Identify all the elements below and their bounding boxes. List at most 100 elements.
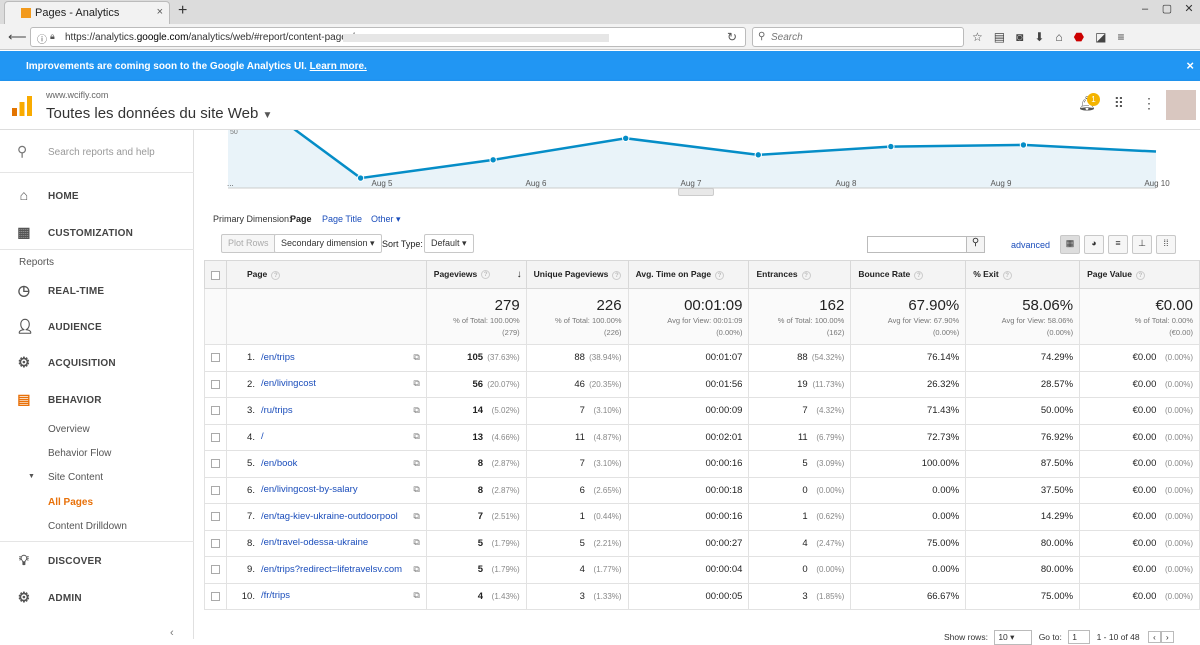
col-page-value[interactable]: Page Value? bbox=[1079, 260, 1200, 289]
chart-point[interactable] bbox=[754, 151, 762, 159]
collapse-chevron-icon[interactable]: ‹ bbox=[170, 627, 174, 639]
open-page-icon[interactable]: ⧉ bbox=[413, 405, 419, 416]
tab-close-icon[interactable]: × bbox=[157, 6, 163, 18]
page-link[interactable]: /en/trips bbox=[261, 352, 295, 364]
row-checkbox-cell[interactable] bbox=[204, 503, 227, 531]
more-vert-icon[interactable]: ⋮ bbox=[1142, 95, 1156, 112]
sidebar-subitem-behavior-flow[interactable]: Behavior Flow bbox=[48, 448, 111, 459]
secondary-dimension-dropdown[interactable]: Secondary dimension ▾ bbox=[274, 234, 382, 253]
learn-more-link[interactable]: Learn more. bbox=[310, 61, 367, 72]
table-filter-input[interactable]: ⚲ bbox=[867, 236, 985, 253]
sidebar-item-audience[interactable]: 👤︎ AUDIENCE bbox=[0, 308, 194, 344]
chart-point[interactable] bbox=[489, 156, 497, 164]
table-row[interactable]: 5./en/book ⧉ 8 (2.87%) 7 (3.10%) 00:00:16 5 (… bbox=[204, 450, 1200, 478]
pie-view-icon[interactable]: ◕ bbox=[1084, 235, 1104, 254]
table-row[interactable]: 3./ru/trips ⧉ 14 (5.02%) 7 (3.10%) 00:00:09 7… bbox=[204, 397, 1200, 425]
chart-point[interactable] bbox=[887, 142, 895, 151]
home-icon[interactable]: ⌂ bbox=[1055, 30, 1062, 44]
advanced-filter-link[interactable]: advanced bbox=[1011, 240, 1050, 250]
open-page-icon[interactable]: ⧉ bbox=[413, 431, 419, 442]
row-checkbox-cell[interactable] bbox=[204, 450, 227, 478]
info-icon[interactable]: ⓘ bbox=[37, 31, 47, 46]
sort-type-dropdown[interactable]: Default ▾ bbox=[424, 234, 474, 253]
sidebar-item-home[interactable]: ⌂ HOME bbox=[0, 177, 194, 213]
expand-arrow-icon[interactable]: ▼ bbox=[28, 473, 35, 480]
analytics-logo-icon[interactable] bbox=[11, 95, 33, 117]
sidebar-subitem-all-pages[interactable]: All Pages bbox=[48, 497, 93, 508]
checkbox[interactable] bbox=[210, 432, 220, 442]
open-page-icon[interactable]: ⧉ bbox=[413, 564, 419, 575]
table-row[interactable]: 8./en/travel-odessa-ukraine ⧉ 5 (1.79%) 5 (… bbox=[204, 530, 1200, 557]
col-entrances[interactable]: Entrances? bbox=[748, 260, 852, 289]
col-exit[interactable]: % Exit? bbox=[965, 260, 1081, 289]
table-row[interactable]: 7. /en/tag-kiev-ukraine-outdoorpool ⧉ 7 (2.… bbox=[204, 503, 1200, 531]
sidebar-subitem-content-drilldown[interactable]: Content Drilldown bbox=[48, 521, 127, 532]
col-bounce-rate[interactable]: Bounce Rate? bbox=[850, 260, 967, 289]
next-page-icon[interactable]: › bbox=[1160, 631, 1174, 643]
page-link[interactable]: /en/trips?redirect=lifetravelsv.com bbox=[261, 564, 402, 576]
checkbox[interactable] bbox=[210, 406, 220, 416]
page-link[interactable]: /en/travel-odessa-ukraine bbox=[261, 537, 368, 549]
chart-point[interactable] bbox=[356, 174, 365, 182]
table-row[interactable]: 6./en/livingcost-by-salary ⧉ 8 (2.87%) 6 (2… bbox=[204, 477, 1200, 504]
reload-icon[interactable]: ↻ bbox=[727, 30, 737, 44]
avatar[interactable] bbox=[1166, 90, 1196, 120]
address-bar[interactable]: ⓘ 🔒︎ https://analytics.google.com/analyt… bbox=[30, 27, 746, 47]
page-link[interactable]: /en/livingcost bbox=[261, 378, 316, 390]
download-icon[interactable]: ⬇ bbox=[1034, 30, 1044, 44]
prev-page-icon[interactable]: ‹ bbox=[1147, 631, 1161, 643]
sidebar-item-realtime[interactable]: ◷ REAL-TIME bbox=[0, 272, 194, 308]
page-link[interactable]: /en/livingcost-by-salary bbox=[261, 484, 358, 496]
pocket-icon[interactable]: ◙ bbox=[1016, 30, 1023, 44]
search-icon[interactable]: ⚲ bbox=[966, 237, 984, 252]
row-checkbox-cell[interactable] bbox=[204, 530, 227, 557]
col-avg-time[interactable]: Avg. Time on Page? bbox=[627, 260, 750, 289]
dimension-page[interactable]: Page bbox=[290, 214, 312, 224]
apps-grid-icon[interactable]: ⠿ bbox=[1114, 95, 1124, 112]
open-page-icon[interactable]: ⧉ bbox=[413, 352, 419, 363]
sidebar-item-admin[interactable]: ⚙ ADMIN bbox=[0, 579, 194, 615]
page-link[interactable]: /en/tag-kiev-ukraine-outdoorpool bbox=[261, 511, 398, 523]
table-row[interactable]: 1./en/trips ⧉ 105 (37.63%) 88 (38.94%) 00:01… bbox=[204, 344, 1200, 372]
page-link[interactable]: /en/book bbox=[261, 458, 297, 470]
dimension-other[interactable]: Other ▾ bbox=[371, 214, 401, 225]
table-row[interactable]: 2./en/livingcost ⧉ 56 (20.07%) 46 (20.35%) 0… bbox=[204, 371, 1200, 398]
minimize-icon[interactable]: – bbox=[1134, 0, 1156, 20]
page-link[interactable]: /fr/trips bbox=[261, 590, 290, 602]
sidebar-subitem-overview[interactable]: Overview bbox=[48, 424, 90, 435]
page-link[interactable]: / bbox=[261, 431, 264, 443]
goto-input[interactable]: 1 bbox=[1068, 630, 1091, 644]
menu-icon[interactable]: ≡ bbox=[1118, 30, 1125, 44]
row-checkbox-cell[interactable] bbox=[204, 583, 227, 610]
select-all-header[interactable] bbox=[204, 260, 227, 289]
banner-close-icon[interactable]: × bbox=[1186, 58, 1194, 73]
checkbox[interactable] bbox=[210, 591, 220, 601]
open-page-icon[interactable]: ⧉ bbox=[413, 537, 419, 548]
plot-rows-button[interactable]: Plot Rows bbox=[221, 234, 276, 253]
page-link[interactable]: /ru/trips bbox=[261, 405, 293, 417]
back-icon[interactable]: ⟵ bbox=[8, 29, 27, 45]
row-checkbox-cell[interactable] bbox=[204, 424, 227, 451]
col-page[interactable]: Page? bbox=[225, 260, 427, 289]
browser-search-field[interactable]: ⚲ Search bbox=[752, 27, 964, 47]
table-row[interactable]: 9. /en/trips?redirect=lifetravelsv.com ⧉ 5 … bbox=[204, 556, 1200, 584]
checkbox[interactable] bbox=[210, 512, 220, 522]
checkbox[interactable] bbox=[210, 270, 220, 280]
rows-per-page-select[interactable]: 10 ▾ bbox=[994, 630, 1033, 645]
open-page-icon[interactable]: ⧉ bbox=[413, 590, 419, 601]
table-row[interactable]: 4. / ⧉ 13 (4.66%) 11 (4.87%) 00:02:01 11 (6.79… bbox=[204, 424, 1200, 451]
open-page-icon[interactable]: ⧉ bbox=[413, 458, 419, 469]
sidebar-item-discover[interactable]: 💡︎ DISCOVER bbox=[0, 542, 194, 578]
checkbox[interactable] bbox=[210, 379, 220, 389]
new-tab-button[interactable]: + bbox=[178, 2, 187, 20]
table-row[interactable]: 10./fr/trips ⧉ 4 (1.43%) 3 (1.33%) 00:00:05 3… bbox=[204, 583, 1200, 610]
row-checkbox-cell[interactable] bbox=[204, 344, 227, 372]
sidebar-item-acquisition[interactable]: ⚙ ACQUISITION bbox=[0, 344, 194, 380]
checkbox[interactable] bbox=[210, 353, 220, 363]
performance-view-icon[interactable]: ≡ bbox=[1108, 235, 1128, 254]
reading-list-icon[interactable]: ▤ bbox=[994, 30, 1005, 44]
open-page-icon[interactable]: ⧉ bbox=[413, 484, 419, 495]
adblock-icon[interactable]: ⬣ bbox=[1074, 30, 1084, 44]
chart-point[interactable] bbox=[1019, 141, 1028, 149]
sidebar-search[interactable]: ⚲ Search reports and help bbox=[0, 130, 194, 173]
